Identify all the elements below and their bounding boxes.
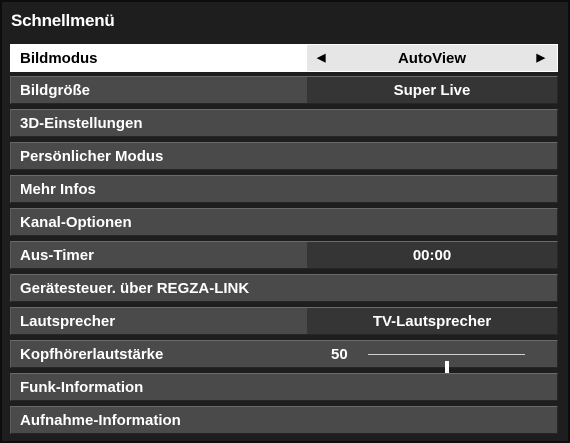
row-label: Bildgröße bbox=[20, 82, 90, 99]
row-label: Persönlicher Modus bbox=[20, 148, 164, 165]
arrow-right-icon[interactable]: ▶ bbox=[537, 45, 545, 72]
headphone-volume-slider[interactable] bbox=[368, 354, 525, 375]
menu-title: Schnellmenü bbox=[11, 11, 115, 30]
picture-mode-selector[interactable]: ◀ AutoView ▶ bbox=[307, 45, 557, 71]
row-label: Mehr Infos bbox=[20, 181, 96, 198]
menu-row-speakers[interactable]: Lautsprecher TV-Lautsprecher bbox=[10, 307, 558, 335]
row-label: Gerätesteuer. über REGZA-LINK bbox=[20, 280, 250, 297]
picture-size-value: Super Live bbox=[307, 77, 557, 103]
menu-row-regza-link[interactable]: Gerätesteuer. über REGZA-LINK bbox=[10, 274, 558, 302]
picture-mode-value: AutoView bbox=[397, 50, 467, 67]
speakers-value: TV-Lautsprecher bbox=[307, 308, 557, 334]
row-label: Lautsprecher bbox=[20, 313, 116, 330]
menu-row-3d-settings[interactable]: 3D-Einstellungen bbox=[10, 109, 558, 137]
row-label: Funk-Information bbox=[20, 379, 144, 396]
menu-row-sleep-timer[interactable]: Aus-Timer 00:00 bbox=[10, 241, 558, 269]
row-label: Aus-Timer bbox=[20, 247, 94, 264]
menu-row-personal-mode[interactable]: Persönlicher Modus bbox=[10, 142, 558, 170]
row-label: Kopfhörerlautstärke bbox=[20, 346, 164, 363]
menu-row-picture-size[interactable]: Bildgröße Super Live bbox=[10, 76, 558, 104]
row-label: Bildmodus bbox=[20, 50, 98, 67]
headphone-volume-value: 50 bbox=[331, 346, 348, 363]
menu-row-more-info[interactable]: Mehr Infos bbox=[10, 175, 558, 203]
menu-row-recording-info[interactable]: Aufnahme-Information bbox=[10, 406, 558, 434]
menu-row-headphone-volume[interactable]: Kopfhörerlautstärke 50 bbox=[10, 340, 558, 375]
menu-row-picture-mode[interactable]: Bildmodus ◀ AutoView ▶ bbox=[10, 44, 558, 72]
menu-row-channel-options[interactable]: Kanal-Optionen bbox=[10, 208, 558, 236]
arrow-left-icon[interactable]: ◀ bbox=[317, 45, 325, 72]
sleep-timer-value: 00:00 bbox=[307, 242, 557, 268]
menu-row-wireless-info[interactable]: Funk-Information bbox=[10, 373, 558, 401]
quick-menu: Schnellmenü Bildmodus ◀ AutoView ▶ Bildg… bbox=[0, 0, 570, 443]
row-label: Aufnahme-Information bbox=[20, 412, 181, 429]
row-label: Kanal-Optionen bbox=[20, 214, 132, 231]
row-label: 3D-Einstellungen bbox=[20, 115, 143, 132]
